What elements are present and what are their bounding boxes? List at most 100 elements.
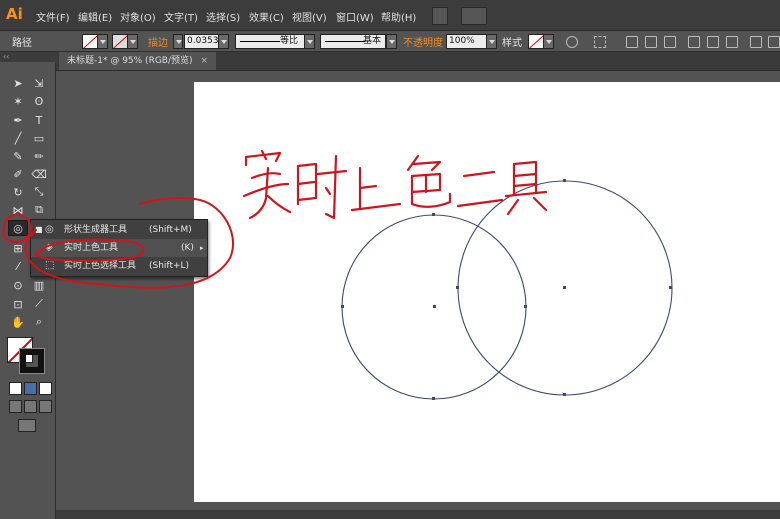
- flyout-item-live-paint-bucket[interactable]: ◈ 实时上色工具 (K) ▸: [31, 239, 207, 257]
- graphic-style-dropdown[interactable]: [543, 34, 554, 49]
- scale-tool-icon[interactable]: ⤡: [30, 184, 48, 200]
- lasso-tool-icon[interactable]: ʘ: [30, 93, 48, 109]
- magic-wand-tool-icon[interactable]: ✶: [9, 93, 27, 109]
- draw-normal-button[interactable]: [9, 400, 22, 413]
- close-icon[interactable]: ×: [201, 56, 209, 66]
- align-to-selection-icon[interactable]: [594, 36, 606, 48]
- flyout-item-live-paint-selection[interactable]: ⬚ 实时上色选择工具 (Shift+L): [31, 257, 207, 275]
- distribute-center-icon[interactable]: [768, 36, 780, 48]
- profile-dropdown[interactable]: [304, 34, 315, 49]
- stroke-weight-input[interactable]: 0.0353: [184, 34, 220, 49]
- app-logo: Ai: [6, 5, 23, 23]
- live-paint-selection-icon: ⬚: [45, 260, 55, 271]
- align-top-icon[interactable]: [688, 36, 700, 48]
- live-paint-bucket-icon: ◈: [45, 242, 53, 253]
- recolor-artwork-icon[interactable]: [566, 36, 578, 48]
- zoom-tool-icon[interactable]: ⌕: [30, 314, 48, 330]
- variable-width-profile[interactable]: 等比: [235, 34, 305, 49]
- fill-dropdown[interactable]: [97, 34, 108, 49]
- blob-brush-tool-icon[interactable]: ✐: [9, 166, 27, 182]
- draw-behind-button[interactable]: [24, 400, 37, 413]
- flyout-item-name: 形状生成器工具: [64, 225, 128, 235]
- slice-tool-icon[interactable]: ⟋: [30, 296, 48, 312]
- graphic-style-swatch[interactable]: [528, 34, 544, 49]
- direct-selection-tool-icon[interactable]: ⇲: [30, 75, 48, 91]
- flyout-item-shortcut: (Shift+L): [149, 261, 190, 271]
- menu-object[interactable]: 对象(O): [120, 9, 156, 24]
- flyout-item-shortcut: (Shift+M): [149, 225, 192, 235]
- opacity-label[interactable]: 不透明度: [403, 34, 443, 49]
- flyout-item-name: 实时上色工具: [64, 243, 119, 253]
- menu-file[interactable]: 文件(F): [36, 9, 70, 24]
- menu-help[interactable]: 帮助(H): [381, 9, 416, 24]
- style-label: 样式: [502, 38, 522, 49]
- opacity-input[interactable]: 100%: [446, 34, 488, 49]
- align-bottom-icon[interactable]: [726, 36, 738, 48]
- menu-edit[interactable]: 编辑(E): [78, 9, 112, 24]
- artboard-tool-icon[interactable]: ⊡: [9, 296, 27, 312]
- eyedropper-tool-icon[interactable]: ⁄: [9, 258, 27, 274]
- align-center-icon[interactable]: [645, 36, 657, 48]
- column-graph-tool-icon[interactable]: ▥: [30, 277, 48, 293]
- panel-collapse-grip[interactable]: ‹‹: [0, 52, 58, 62]
- draw-inside-button[interactable]: [39, 400, 52, 413]
- menu-window[interactable]: 窗口(W): [336, 9, 374, 24]
- menu-type[interactable]: 文字(T): [164, 9, 198, 24]
- profile-label: 等比: [280, 36, 299, 46]
- stroke-color-dropdown[interactable]: [127, 34, 138, 49]
- artboard[interactable]: [194, 82, 780, 502]
- menu-select[interactable]: 选择(S): [206, 9, 240, 24]
- align-middle-icon[interactable]: [707, 36, 719, 48]
- rectangle-tool-icon[interactable]: ▭: [30, 130, 48, 146]
- object-type-label: 路径: [12, 38, 32, 49]
- align-left-icon[interactable]: [626, 36, 638, 48]
- chevron-right-icon: ▸: [200, 244, 204, 252]
- flyout-item-shortcut: (K): [181, 243, 194, 253]
- control-bar: 路径 描边 0.0353 等比 基本 不透明度 100% 样式: [0, 31, 780, 52]
- stroke-weight-dropdown[interactable]: [218, 34, 229, 49]
- opacity-dropdown[interactable]: [486, 34, 497, 49]
- brush-definition[interactable]: 基本: [320, 34, 386, 49]
- flyout-item-name: 实时上色选择工具: [64, 261, 137, 271]
- free-transform-tool-icon[interactable]: ⧉: [30, 202, 48, 218]
- document-tab-title: 未标题-1* @ 95% (RGB/预览): [67, 56, 193, 66]
- stroke-label[interactable]: 描边: [148, 34, 168, 49]
- flyout-item-shape-builder[interactable]: ■ ◎ 形状生成器工具 (Shift+M): [31, 221, 207, 239]
- distribute-icon[interactable]: [750, 36, 762, 48]
- rotate-tool-icon[interactable]: ↻: [9, 184, 27, 200]
- stroke-swatch-control[interactable]: [112, 34, 128, 49]
- none-mode-button[interactable]: [39, 382, 52, 395]
- tool-flyout-menu: ■ ◎ 形状生成器工具 (Shift+M) ◈ 实时上色工具 (K) ▸ ⬚ 实…: [30, 219, 208, 277]
- arrange-documents-button[interactable]: [461, 7, 487, 25]
- menu-view[interactable]: 视图(V): [292, 9, 327, 24]
- shape-builder-tool-icon[interactable]: ◎: [8, 220, 28, 236]
- brush-label: 基本: [363, 36, 382, 46]
- selection-tool-icon[interactable]: ➤: [9, 75, 27, 91]
- hand-tool-icon[interactable]: ✋: [9, 314, 27, 330]
- pen-tool-icon[interactable]: ✒: [9, 112, 27, 128]
- flyout-bullet: ■: [35, 225, 43, 234]
- eraser-tool-icon[interactable]: ⌫: [30, 166, 48, 182]
- screen-mode-button[interactable]: [18, 419, 36, 432]
- fill-swatch-control[interactable]: [82, 34, 98, 49]
- pencil-tool-icon[interactable]: ✏: [30, 148, 48, 164]
- color-mode-button[interactable]: [9, 382, 22, 395]
- stroke-weight-stepper[interactable]: [173, 34, 183, 49]
- bridge-button[interactable]: [432, 7, 448, 25]
- document-tab[interactable]: 未标题-1* @ 95% (RGB/预览) ×: [59, 52, 217, 70]
- status-bar: [56, 510, 780, 519]
- align-right-icon[interactable]: [664, 36, 676, 48]
- perspective-grid-tool-icon[interactable]: ⊞: [9, 240, 27, 256]
- gradient-mode-button[interactable]: [24, 382, 37, 395]
- brush-dropdown[interactable]: [386, 34, 397, 49]
- width-tool-icon[interactable]: ⋈: [9, 202, 27, 218]
- line-tool-icon[interactable]: ╱: [9, 130, 27, 146]
- shape-builder-icon: ◎: [45, 224, 54, 235]
- stroke-color-swatch[interactable]: [19, 348, 45, 374]
- menu-bar: Ai 文件(F) 编辑(E) 对象(O) 文字(T) 选择(S) 效果(C) 视…: [0, 0, 780, 31]
- paintbrush-tool-icon[interactable]: ✎: [9, 148, 27, 164]
- menu-effect[interactable]: 效果(C): [249, 9, 284, 24]
- symbol-sprayer-tool-icon[interactable]: ⊙: [9, 277, 27, 293]
- document-tab-bar: 未标题-1* @ 95% (RGB/预览) ×: [56, 52, 780, 71]
- type-tool-icon[interactable]: T: [30, 112, 48, 128]
